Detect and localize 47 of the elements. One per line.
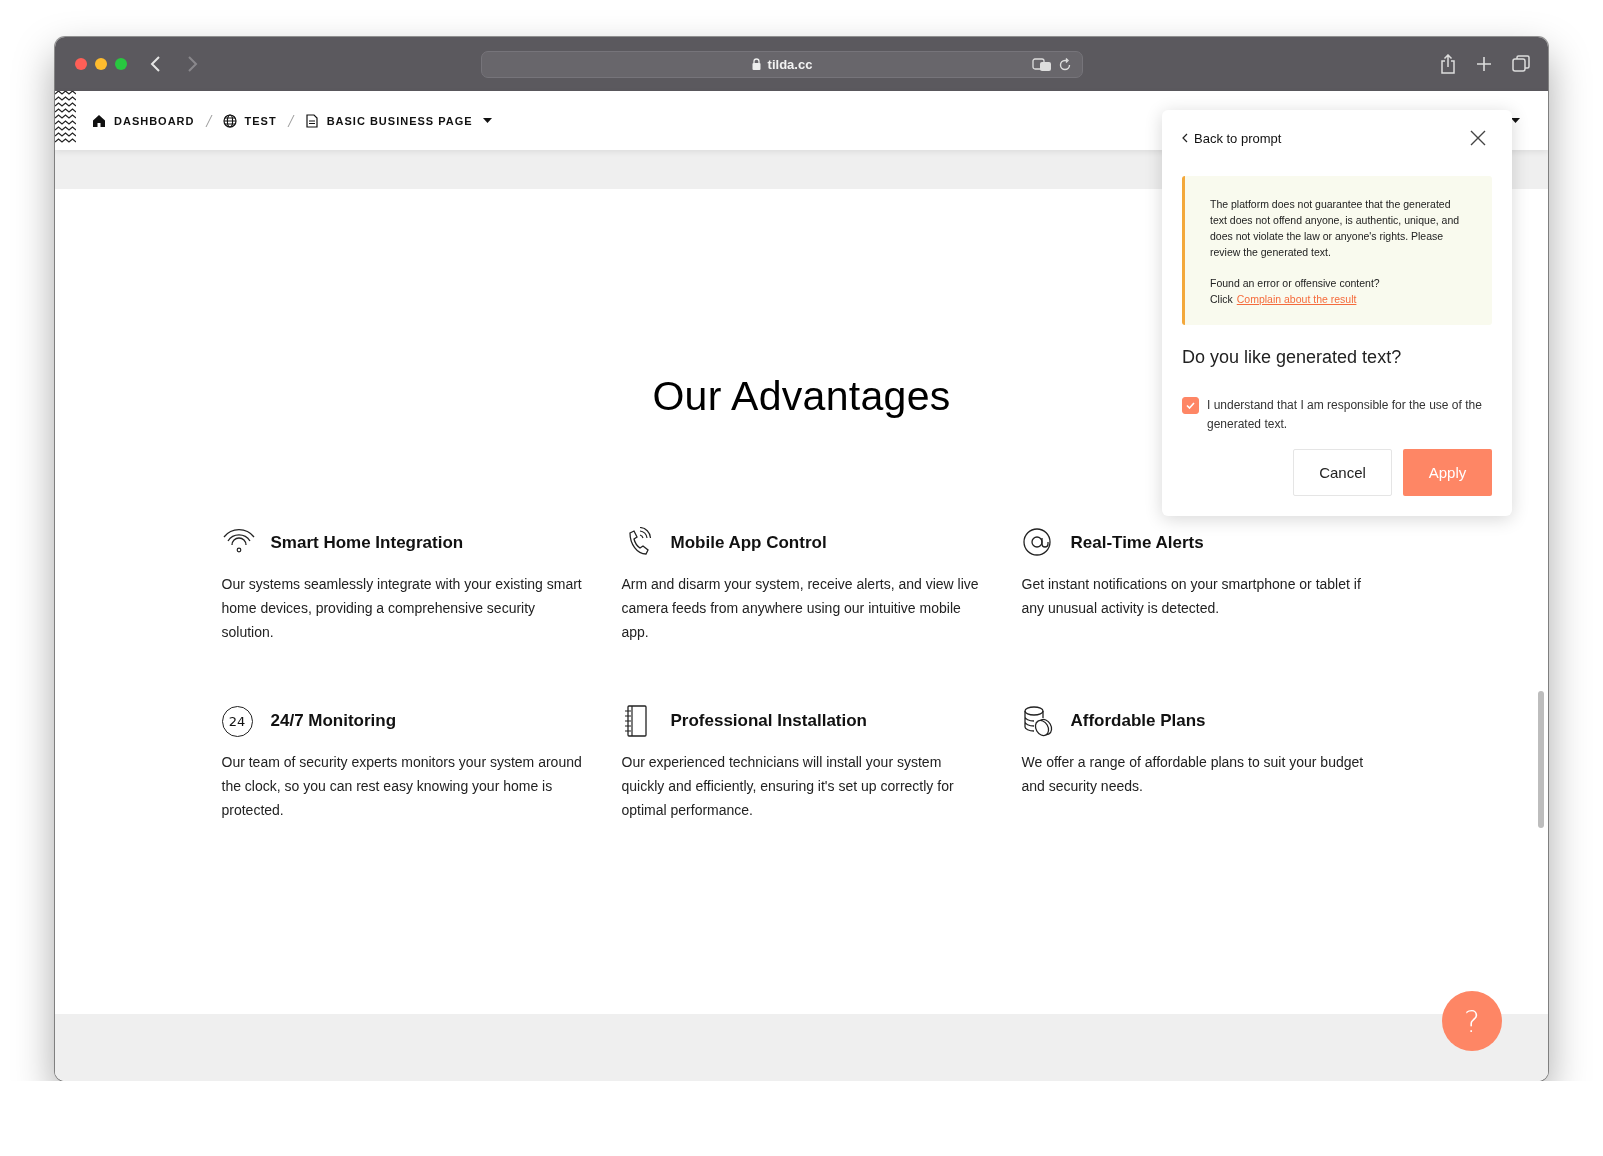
feature-title: Smart Home Integration: [270, 533, 464, 553]
dropdown-caret-icon[interactable]: [1511, 118, 1520, 123]
feature-description: Get instant notifications on your smartphone or tablet if any unusual activity is detected.: [1021, 575, 1362, 618]
feature-title: 24/7 Monitoring: [270, 711, 397, 731]
chevron-left-icon: [1182, 133, 1188, 143]
feature-title: Professional Installation: [670, 711, 867, 731]
consent-label: I understand that I am responsible for the use of the generated text.: [1207, 397, 1483, 433]
notice-text: The platform does not guarantee that the generated text does not offend anyone, is authentic, unique, and does not violate the law or anyone's rights. Please review the generated text.: [1210, 197, 1461, 260]
question-heading: Do you like generated text?: [1182, 347, 1403, 368]
dropdown-caret-icon[interactable]: [482, 117, 493, 124]
feature-title: Affordable Plans: [1070, 711, 1206, 731]
back-icon[interactable]: [149, 55, 163, 73]
breadcrumb-link[interactable]: TEST: [222, 113, 277, 128]
feature-title: Real-Time Alerts: [1070, 533, 1204, 553]
lock-icon: [751, 58, 761, 70]
feature-description: Our team of security experts monitors your system around the clock, so you can rest easy knowing your home is protected.: [221, 753, 583, 820]
slash-separator-icon: [204, 113, 213, 128]
section-title: Our Advantages: [652, 373, 951, 420]
close-window-button[interactable]: [75, 58, 87, 70]
address-bar[interactable]: tilda.cc: [481, 50, 1083, 78]
minimize-window-button[interactable]: [95, 58, 107, 70]
url-text: tilda.cc: [767, 56, 813, 72]
feature-description: Our systems seamlessly integrate with your existing smart home devices, providing a comprehensive security solution.: [221, 575, 583, 642]
zoom-window-button[interactable]: [115, 58, 127, 70]
feature-description: We offer a range of affordable plans to suit your budget and security needs.: [1021, 753, 1365, 796]
tabs-overview-icon[interactable]: [1512, 55, 1530, 73]
report-prefix: Click: [1210, 292, 1233, 307]
globe-icon: [222, 113, 237, 128]
translate-icon[interactable]: [1032, 57, 1052, 72]
new-tab-icon[interactable]: [1476, 56, 1492, 72]
feature-title: Mobile App Control: [670, 533, 827, 553]
report-question: Found an error or offensive content?: [1210, 276, 1381, 291]
breadcrumb-link[interactable]: DASHBOARD: [92, 113, 195, 128]
document-icon: [304, 113, 319, 128]
consent-checkbox[interactable]: [1182, 397, 1199, 414]
feature-description: Arm and disarm your system, receive alerts, and view live camera feeds from anywhere using our intuitive mobile app.: [621, 575, 980, 642]
close-icon[interactable]: [1470, 130, 1486, 146]
cancel-button[interactable]: Cancel: [1293, 449, 1392, 496]
back-to-prompt-link[interactable]: Back to prompt: [1182, 130, 1282, 146]
checkmark-icon: [1186, 402, 1195, 409]
slash-separator-icon: [286, 113, 295, 128]
reload-icon[interactable]: [1058, 57, 1072, 72]
share-icon[interactable]: [1440, 54, 1456, 74]
home-icon: [92, 113, 106, 128]
feature-description: Our experienced technicians will install your system quickly and efficiently, ensuring it's set up correctly for optimal performance.: [621, 753, 955, 820]
breadcrumb-link[interactable]: BASIC BUSINESS PAGE: [304, 113, 473, 128]
scrollbar-thumb[interactable]: [1538, 691, 1544, 828]
